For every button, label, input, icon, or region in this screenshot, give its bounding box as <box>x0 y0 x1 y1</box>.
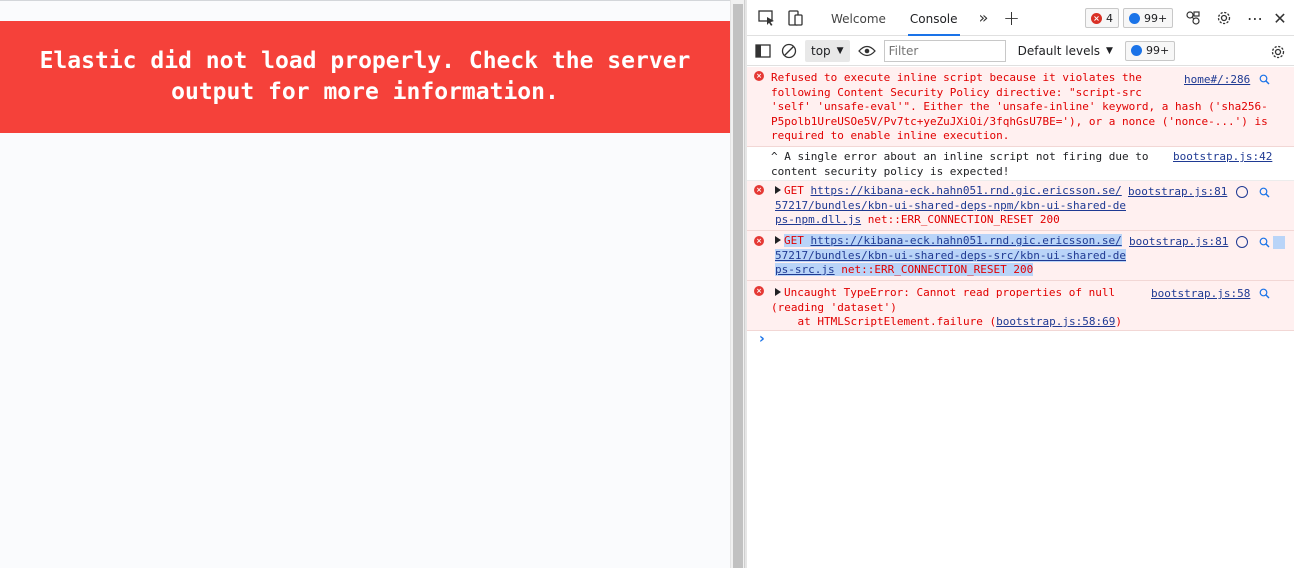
error-count-badge[interactable]: × 4 <box>1085 8 1119 28</box>
request-url[interactable]: ps-src.js <box>775 263 835 276</box>
search-icon[interactable] <box>1259 74 1270 85</box>
request-method: GET <box>784 234 804 247</box>
console-error-message[interactable]: × Uncaught TypeError: Cannot read proper… <box>747 281 1294 331</box>
error-icon: × <box>754 71 764 81</box>
issues-badge[interactable]: 99+ <box>1124 40 1176 61</box>
issues-count: 99+ <box>1145 44 1170 57</box>
settings-gear-icon[interactable] <box>1210 4 1238 32</box>
error-icon: × <box>1091 12 1102 24</box>
request-status: net::ERR_CONNECTION_RESET 200 <box>867 213 1060 226</box>
request-url[interactable]: https://kibana-eck.hahn051.rnd.gic.erics… <box>811 184 1122 197</box>
add-tab-icon[interactable]: + <box>998 4 1026 32</box>
devtools-tabbar: Welcome Console » + × 4 99+ ⋯ ✕ <box>747 0 1294 36</box>
close-devtools-icon[interactable]: ✕ <box>1266 4 1294 32</box>
message-text: following Content Security Policy direct… <box>771 85 1142 99</box>
expand-arrow-icon[interactable] <box>775 288 781 296</box>
message-text: P5polb1UreUSOe5V/Pv7tc+yeZuJXiOi/3fqhGsU… <box>771 114 1268 128</box>
error-icon: × <box>754 236 764 246</box>
request-url[interactable]: https://kibana-eck.hahn051.rnd.gic.erics… <box>810 234 1122 247</box>
expand-arrow-icon[interactable] <box>775 236 781 244</box>
console-log-message[interactable]: ^ A single error about an inline script … <box>747 147 1294 181</box>
search-icon[interactable] <box>1259 288 1270 299</box>
console-network-error[interactable]: × GET https://kibana-eck.hahn051.rnd.gic… <box>747 181 1294 231</box>
source-link[interactable]: home#/:286 <box>1184 73 1250 88</box>
selection-highlight <box>1273 236 1285 249</box>
request-status: net::ERR_CONNECTION_RESET 200 <box>841 263 1034 276</box>
console-messages: × Refused to execute inline script becau… <box>747 67 1294 347</box>
source-link[interactable]: bootstrap.js:81 <box>1128 185 1227 200</box>
issues-icon <box>1130 45 1142 56</box>
console-prompt[interactable]: › <box>759 331 765 347</box>
more-tabs-icon[interactable]: » <box>970 4 998 32</box>
expand-arrow-icon[interactable] <box>775 186 781 194</box>
message-text: required to enable inline execution. <box>771 129 1010 142</box>
request-url[interactable]: ps-npm.dll.js <box>775 213 861 226</box>
stack-frame-link[interactable]: bootstrap.js:58:69 <box>996 315 1115 328</box>
context-value: top <box>811 43 831 58</box>
console-network-error[interactable]: × GET https://kibana-eck.hahn051.rnd.gic… <box>747 231 1294 281</box>
feedback-icon[interactable] <box>1179 4 1207 32</box>
more-options-icon[interactable]: ⋯ <box>1241 4 1269 32</box>
network-panel-icon[interactable] <box>1236 236 1248 248</box>
error-icon: × <box>754 286 764 296</box>
log-levels-label: Default levels <box>1017 43 1101 58</box>
console-toolbar: top ▼ Default levels ▼ 99+ <box>747 36 1294 66</box>
source-link[interactable]: bootstrap.js:42 <box>1173 150 1272 165</box>
stack-frame: ) <box>1115 315 1123 328</box>
log-levels-dropdown[interactable]: Default levels ▼ <box>1018 44 1113 58</box>
error-banner-line-1: Elastic did not load properly. Check the… <box>39 48 691 74</box>
request-url[interactable]: 57217/bundles/kbn-ui-shared-deps-src/kbn… <box>775 248 1126 262</box>
request-url[interactable]: 57217/bundles/kbn-ui-shared-deps-npm/kbn… <box>775 199 1126 212</box>
request-method: GET <box>784 184 804 197</box>
source-link[interactable]: bootstrap.js:58 <box>1151 287 1250 302</box>
page-scrollbar[interactable] <box>730 0 744 568</box>
message-text: (reading 'dataset') <box>771 300 897 314</box>
error-banner-line-2: output for more information. <box>171 79 559 105</box>
inspect-element-icon[interactable] <box>753 4 781 32</box>
console-filter-input[interactable] <box>883 39 1006 62</box>
network-panel-icon[interactable] <box>1236 186 1248 198</box>
message-text: content security policy is expected! <box>771 164 1010 178</box>
console-settings-gear-icon[interactable] <box>1264 38 1292 66</box>
message-text: Uncaught TypeError: Cannot read properti… <box>784 286 1116 299</box>
message-icon <box>1129 12 1140 24</box>
search-icon[interactable] <box>1259 187 1270 198</box>
device-emulation-icon[interactable] <box>781 4 809 32</box>
context-selector[interactable]: top ▼ <box>805 39 850 62</box>
search-icon[interactable] <box>1259 237 1270 248</box>
error-banner: Elastic did not load properly. Check the… <box>0 21 730 133</box>
clear-console-icon[interactable] <box>779 37 799 65</box>
dropdown-arrow-icon: ▼ <box>836 45 844 56</box>
source-link[interactable]: bootstrap.js:81 <box>1129 235 1228 250</box>
message-count: 99+ <box>1144 11 1168 25</box>
live-expression-eye-icon[interactable] <box>856 37 878 65</box>
dropdown-arrow-icon: ▼ <box>1106 45 1113 56</box>
error-count: 4 <box>1106 11 1113 25</box>
error-icon: × <box>754 185 764 195</box>
page-scrollbar-thumb[interactable] <box>733 4 743 568</box>
sidebar-toggle-icon[interactable] <box>753 37 773 65</box>
tab-console[interactable]: Console <box>898 0 970 36</box>
stack-frame: at HTMLScriptElement.failure ( <box>771 315 997 328</box>
page-viewport: Elastic did not load properly. Check the… <box>0 0 730 568</box>
tab-welcome[interactable]: Welcome <box>819 0 898 36</box>
message-text: 'self' 'unsafe-eval'". Either the 'unsaf… <box>771 100 1268 113</box>
devtools-panel: Welcome Console » + × 4 99+ ⋯ ✕ top ▼ Fi… <box>747 0 1294 568</box>
message-count-badge[interactable]: 99+ <box>1123 8 1174 28</box>
console-error-message[interactable]: × Refused to execute inline script becau… <box>747 67 1294 147</box>
